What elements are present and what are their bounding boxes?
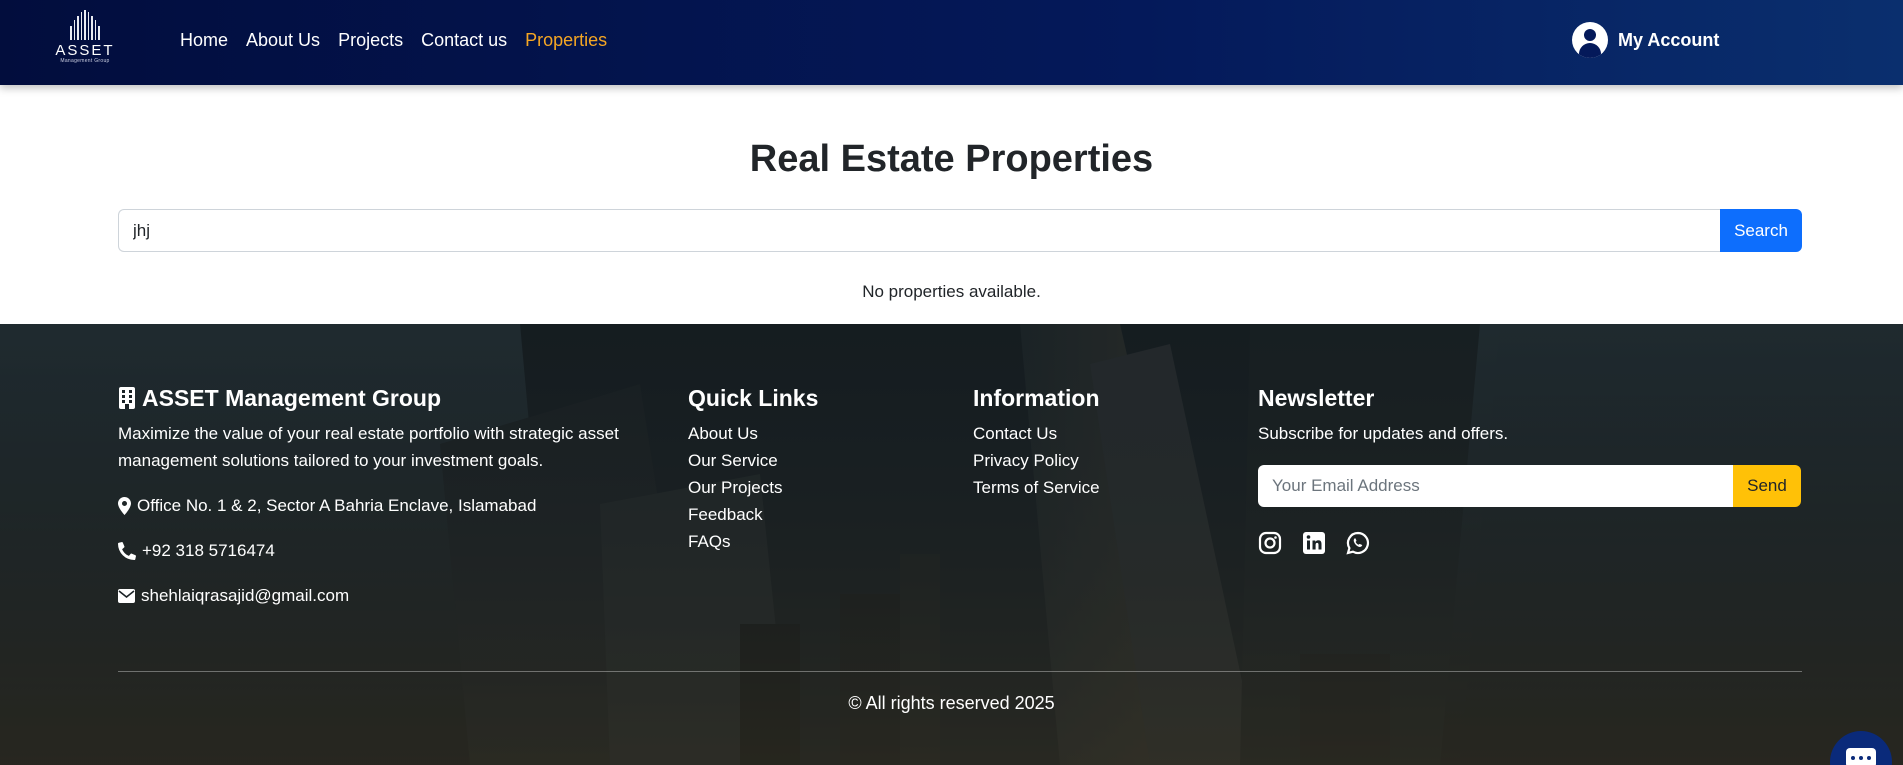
user-avatar-icon	[1572, 22, 1608, 58]
building-icon	[119, 387, 135, 409]
info-link-contact-us[interactable]: Contact Us	[973, 420, 1223, 447]
footer-brand-description: Maximize the value of your real estate p…	[118, 424, 619, 470]
search-input[interactable]	[118, 209, 1720, 252]
map-pin-icon	[118, 496, 131, 515]
my-account-button[interactable]: My Account	[1572, 22, 1719, 58]
quick-link-our-service[interactable]: Our Service	[688, 447, 938, 474]
whatsapp-icon[interactable]	[1346, 531, 1370, 555]
footer-phone: +92 318 5716474	[118, 537, 658, 564]
logo-skyline-icon	[70, 10, 100, 40]
linkedin-icon[interactable]	[1302, 531, 1326, 555]
nav-home[interactable]: Home	[180, 28, 228, 52]
footer-content: ASSET Management Group Maximize the valu…	[0, 324, 1903, 765]
main-nav: Home About Us Projects Contact us Proper…	[180, 28, 625, 52]
site-footer: ASSET Management Group Maximize the valu…	[0, 324, 1903, 765]
info-link-terms-of-service[interactable]: Terms of Service	[973, 474, 1223, 501]
info-link-privacy-policy[interactable]: Privacy Policy	[973, 447, 1223, 474]
nav-projects[interactable]: Projects	[338, 28, 403, 52]
footer-address-text: Office No. 1 & 2, Sector A Bahria Enclav…	[137, 496, 537, 515]
social-links	[1258, 531, 1803, 555]
envelope-icon	[118, 588, 135, 603]
footer-divider	[118, 671, 1802, 672]
newsletter-text: Subscribe for updates and offers.	[1258, 424, 1509, 443]
newsletter-title: Newsletter	[1258, 385, 1375, 411]
footer-quick-links-column: Quick Links About Us Our Service Our Pro…	[688, 384, 938, 555]
quick-link-our-projects[interactable]: Our Projects	[688, 474, 938, 501]
quick-links-title: Quick Links	[688, 385, 819, 411]
instagram-icon[interactable]	[1258, 531, 1282, 555]
footer-brand-column: ASSET Management Group Maximize the valu…	[118, 384, 658, 609]
nav-about-us[interactable]: About Us	[246, 28, 320, 52]
copyright-text: © All rights reserved 2025	[848, 693, 1055, 713]
search-button[interactable]: Search	[1720, 209, 1802, 252]
newsletter-form: Send	[1258, 465, 1801, 507]
page-title: Real Estate Properties	[749, 138, 1154, 180]
footer-email-text[interactable]: shehlaiqrasajid@gmail.com	[141, 582, 349, 609]
footer-newsletter-column: Newsletter Subscribe for updates and off…	[1258, 384, 1803, 555]
footer-email: shehlaiqrasajid@gmail.com	[118, 582, 658, 609]
newsletter-email-input[interactable]	[1258, 465, 1733, 507]
nav-contact-us[interactable]: Contact us	[421, 28, 507, 52]
quick-link-faqs[interactable]: FAQs	[688, 528, 938, 555]
quick-link-about-us[interactable]: About Us	[688, 420, 938, 447]
quick-links-list: About Us Our Service Our Projects Feedba…	[688, 420, 938, 555]
footer-phone-text: +92 318 5716474	[142, 541, 275, 560]
empty-state-message: No properties available.	[862, 282, 1041, 301]
phone-icon	[118, 541, 136, 560]
newsletter-send-button[interactable]: Send	[1733, 465, 1801, 507]
footer-address: Office No. 1 & 2, Sector A Bahria Enclav…	[118, 492, 658, 519]
logo-subtext: Management Group	[60, 58, 110, 64]
quick-link-feedback[interactable]: Feedback	[688, 501, 938, 528]
my-account-label: My Account	[1618, 29, 1720, 50]
footer-information-column: Information Contact Us Privacy Policy Te…	[973, 384, 1223, 501]
footer-brand-title: ASSET Management Group	[118, 384, 658, 412]
information-title: Information	[973, 385, 1100, 411]
logo-text: ASSET	[55, 42, 115, 59]
company-logo[interactable]: ASSET Management Group	[52, 10, 118, 70]
search-bar: Search	[118, 209, 1802, 252]
nav-properties[interactable]: Properties	[525, 28, 607, 52]
top-navbar: ASSET Management Group Home About Us Pro…	[0, 0, 1903, 85]
footer-brand-name: ASSET Management Group	[142, 385, 442, 411]
information-links-list: Contact Us Privacy Policy Terms of Servi…	[973, 420, 1223, 501]
